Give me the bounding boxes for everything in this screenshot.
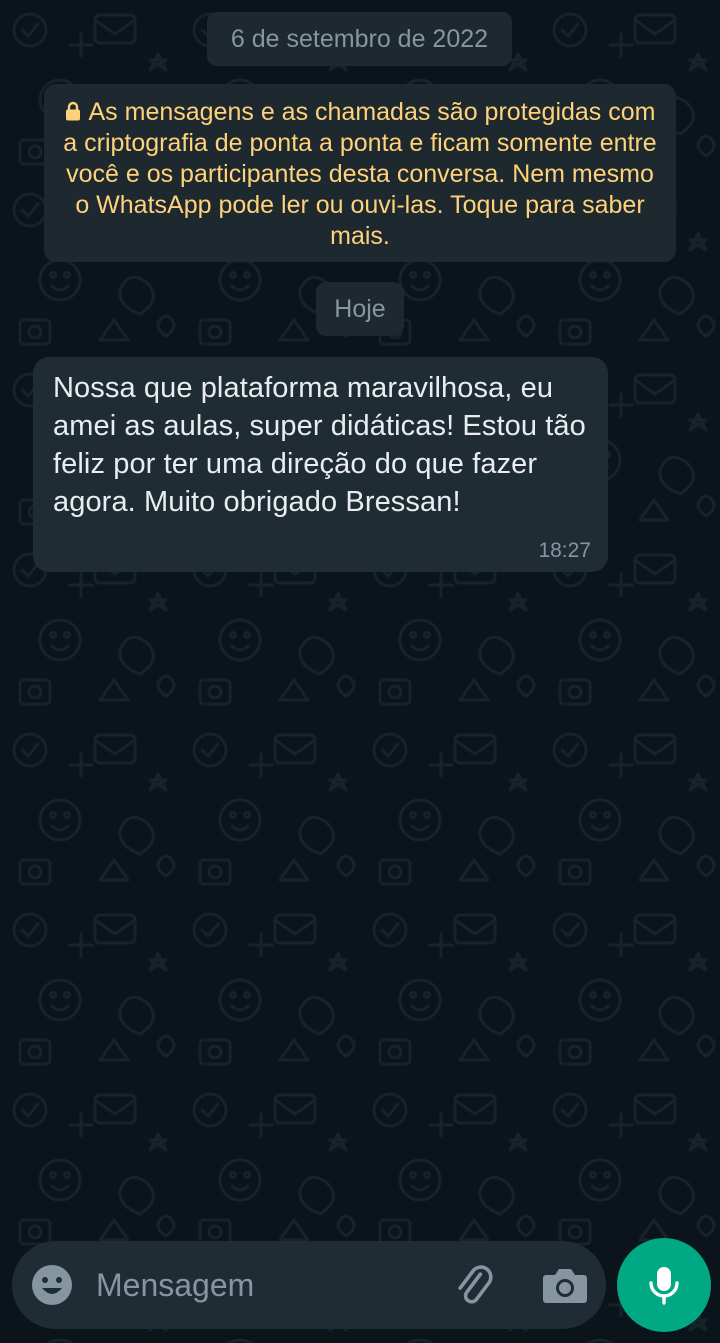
today-separator: Hoje [316,282,404,336]
paperclip-icon[interactable] [452,1263,498,1309]
incoming-message-bubble[interactable]: Nossa que plataforma maravilhosa, eu ame… [33,357,608,572]
message-timestamp: 18:27 [538,539,591,562]
encryption-notice[interactable]: As mensagens e as chamadas são protegida… [44,84,676,262]
encryption-notice-text: As mensagens e as chamadas são protegida… [63,98,657,250]
message-input[interactable]: Mensagem [96,1241,436,1329]
today-separator-label: Hoje [334,294,386,323]
message-composer: Mensagem [12,1241,606,1329]
lock-icon [65,101,80,121]
microphone-icon [649,1267,679,1305]
mic-button[interactable] [617,1238,711,1332]
date-separator: 6 de setembro de 2022 [207,12,512,66]
camera-icon[interactable] [542,1265,588,1305]
date-separator-label: 6 de setembro de 2022 [230,24,489,53]
message-text: Nossa que plataforma maravilhosa, eu ame… [53,372,586,518]
emoji-icon[interactable] [30,1263,74,1307]
